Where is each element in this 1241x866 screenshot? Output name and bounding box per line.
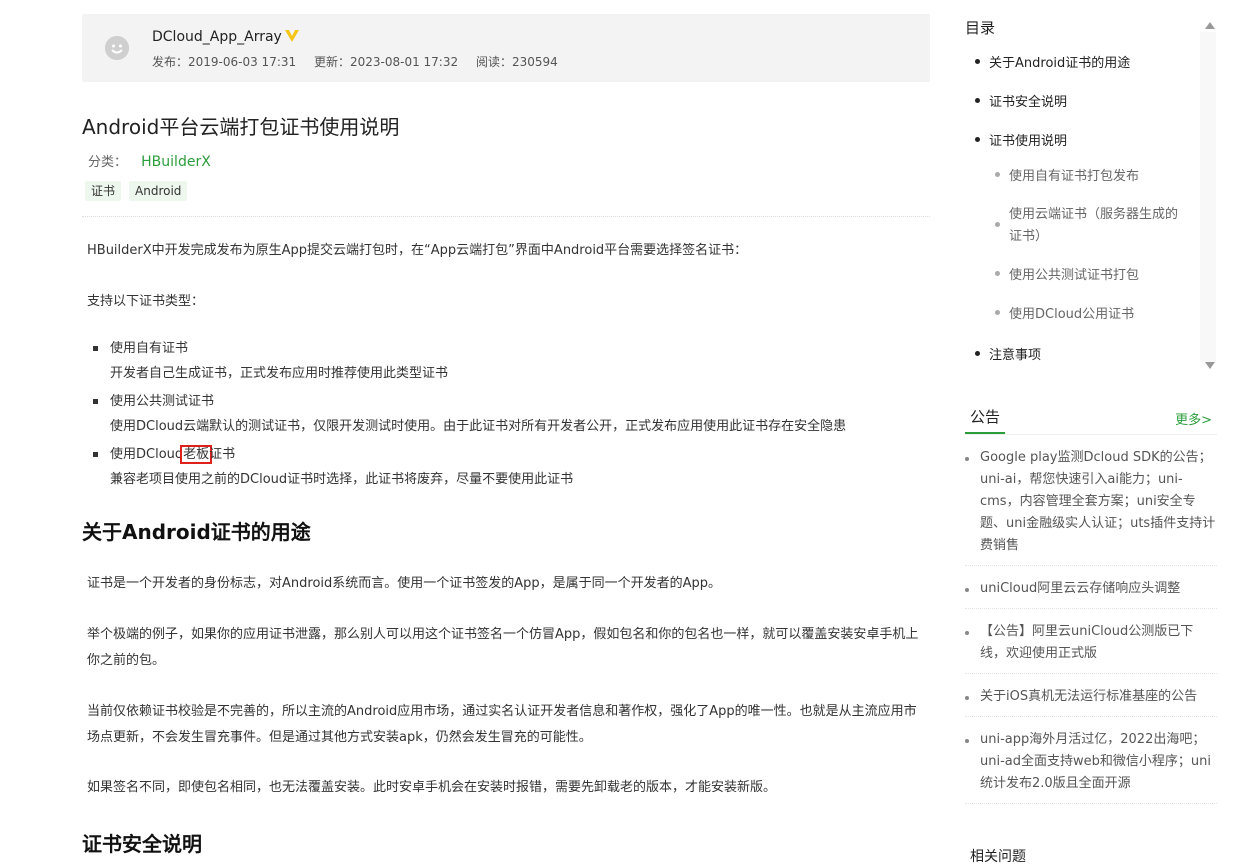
body-paragraph: 如果签名不同，即使包名相同，也无法覆盖安装。此时安卓手机会在安装时报错，需要先卸…	[87, 780, 777, 795]
author-name[interactable]: DCloud_App_Array	[152, 29, 282, 45]
bullet-icon	[975, 351, 980, 356]
author-meta: 发布：2019-06-03 17:31 更新：2023-08-01 17:32 …	[152, 53, 572, 70]
list-item: 使用自有证书 开发者自己生成证书，正式发布应用时推荐使用此类型证书	[93, 336, 933, 386]
toc-item-label-line2: 证书）	[1009, 229, 1049, 244]
bullet-icon	[93, 399, 98, 404]
table-of-contents: 目录 关于Android证书的用途 证书安全说明 证书使用说明 使用自有证书打包…	[965, 10, 1216, 370]
types-intro: 支持以下证书类型：	[87, 294, 205, 309]
scroll-up-icon[interactable]	[1205, 22, 1215, 29]
smiley-icon	[105, 36, 129, 60]
list-item: 使用公共测试证书 使用DCloud云端默认的测试证书，仅限开发测试时使用。由于此…	[93, 389, 933, 439]
category-label: 分类：	[88, 155, 128, 170]
tag[interactable]: Android	[129, 181, 188, 201]
toc-item-label: 使用自有证书打包发布	[1009, 169, 1140, 184]
intro-paragraph: HBuilderX中开发完成发布为原生App提交云端打包时，在“App云端打包”…	[87, 243, 748, 258]
update-date: 更新：2023-08-01 17:32	[313, 55, 459, 69]
cert-type-desc: 开发者自己生成证书，正式发布应用时推荐使用此类型证书	[110, 366, 449, 381]
bullet-icon	[965, 588, 969, 592]
author-name-row: DCloud_App_Array	[152, 29, 299, 46]
cert-type-name-suffix: 证书	[209, 447, 236, 462]
announcement-text: 关于iOS真机无法运行标准基座的公告	[980, 689, 1198, 704]
divider	[82, 216, 930, 217]
toc-item[interactable]: 关于Android证书的用途	[975, 52, 1131, 71]
body-paragraph: 当前仅依赖证书校验是不完善的，所以主流的Android应用市场，通过实名认证开发…	[87, 704, 917, 745]
section-heading: 证书安全说明	[82, 832, 202, 856]
category-row: 分类： HBuilderX	[88, 151, 211, 170]
toc-item[interactable]: 证书使用说明	[975, 130, 1068, 149]
announcement-list: Google play监测Dcloud SDK的公告；uni-ai，帮您快速引入…	[965, 447, 1217, 816]
bullet-icon	[93, 452, 98, 457]
toc-item-label: 使用DCloud公用证书	[1009, 307, 1135, 322]
announcement-header: 公告 更多>	[965, 404, 1217, 435]
bullet-icon	[965, 696, 969, 700]
active-tab-underline	[965, 432, 1005, 434]
announcement-item[interactable]: 关于iOS真机无法运行标准基座的公告	[965, 686, 1217, 717]
publish-date: 发布：2019-06-03 17:31	[152, 55, 297, 69]
cert-type-name: 使用DCloud老板证书	[110, 442, 933, 467]
announcement-text: 【公告】阿里云uniCloud公测版已下线，欢迎使用正式版	[980, 624, 1194, 661]
section-heading: 关于Android证书的用途	[82, 520, 311, 544]
announcement-item[interactable]: Google play监测Dcloud SDK的公告；uni-ai，帮您快速引入…	[965, 447, 1217, 566]
toc-item[interactable]: 使用自有证书打包发布	[995, 165, 1140, 184]
bullet-icon	[975, 98, 980, 103]
bullet-icon	[965, 739, 969, 743]
category-link[interactable]: HBuilderX	[141, 154, 211, 170]
toc-item[interactable]: 注意事项	[975, 344, 1042, 363]
announcement-item[interactable]: uniCloud阿里云云存储响应头调整	[965, 578, 1217, 609]
toc-item[interactable]: 使用DCloud公用证书	[995, 303, 1135, 322]
article-title: Android平台云端打包证书使用说明	[82, 115, 400, 139]
tag-list: 证书 Android	[85, 181, 188, 201]
announcement-title[interactable]: 公告	[970, 406, 1000, 432]
toc-item-label: 证书使用说明	[989, 134, 1068, 149]
vip-badge-icon	[284, 30, 299, 46]
list-item: 使用DCloud老板证书 兼容老项目使用之前的DCloud证书时选择，此证书将废…	[93, 442, 933, 492]
author-box: DCloud_App_Array 发布：2019-06-03 17:31 更新：…	[82, 14, 930, 82]
announcement-text: uni-app海外月活过亿，2022出海吧；uni-ad全面支持web和微信小程…	[980, 732, 1211, 791]
related-questions-title: 相关问题	[970, 849, 1026, 865]
toc-scrollbar[interactable]	[1200, 32, 1216, 362]
toc-item-label: 注意事项	[989, 348, 1042, 363]
bullet-icon	[965, 457, 969, 461]
toc-item[interactable]: 证书安全说明	[975, 91, 1068, 110]
toc-item-label: 使用云端证书（服务器生成的	[1009, 207, 1179, 222]
bullet-icon	[995, 310, 1000, 315]
avatar[interactable]	[105, 36, 129, 60]
cert-type-desc: 使用DCloud云端默认的测试证书，仅限开发测试时使用。由于此证书对所有开发者公…	[110, 419, 847, 434]
bullet-icon	[995, 172, 1000, 177]
cert-type-name: 使用自有证书	[110, 341, 189, 356]
bullet-icon	[995, 271, 1000, 276]
cert-type-list: 使用自有证书 开发者自己生成证书，正式发布应用时推荐使用此类型证书 使用公共测试…	[93, 336, 933, 492]
more-link[interactable]: 更多>	[1175, 409, 1212, 428]
cert-type-desc: 兼容老项目使用之前的DCloud证书时选择，此证书将废弃，尽量不要使用此证书	[110, 472, 574, 487]
announcement-item[interactable]: uni-app海外月活过亿，2022出海吧；uni-ad全面支持web和微信小程…	[965, 729, 1217, 804]
toc-item-label: 关于Android证书的用途	[989, 56, 1131, 71]
body-paragraph: 证书是一个开发者的身份标志，对Android系统而言。使用一个证书签发的App，…	[87, 576, 722, 591]
bullet-icon	[975, 137, 980, 142]
bullet-icon	[995, 222, 1000, 227]
announcement-item[interactable]: 【公告】阿里云uniCloud公测版已下线，欢迎使用正式版	[965, 621, 1217, 674]
announcement-text: uniCloud阿里云云存储响应头调整	[980, 581, 1181, 596]
scroll-down-icon[interactable]	[1205, 362, 1215, 369]
bullet-icon	[93, 346, 98, 351]
cert-type-name-prefix: 使用DCloud	[110, 447, 184, 462]
cert-type-name: 使用公共测试证书	[110, 394, 215, 409]
toc-title: 目录	[965, 19, 996, 37]
toc-item-label: 使用公共测试证书打包	[1009, 268, 1140, 283]
toc-item[interactable]: 使用云端证书（服务器生成的 证书）	[995, 204, 1179, 248]
bullet-icon	[965, 631, 969, 635]
bullet-icon	[975, 59, 980, 64]
toc-item[interactable]: 使用公共测试证书打包	[995, 264, 1140, 283]
view-count: 阅读：230594	[475, 55, 558, 69]
announcement-text: Google play监测Dcloud SDK的公告；uni-ai，帮您快速引入…	[980, 450, 1216, 553]
tag[interactable]: 证书	[85, 181, 122, 201]
body-paragraph: 举个极端的例子，如果你的应用证书泄露，那么别人可以用这个证书签名一个仿冒App，…	[87, 627, 919, 668]
highlight-box: 老板	[180, 445, 213, 464]
toc-item-label: 证书安全说明	[989, 95, 1068, 110]
